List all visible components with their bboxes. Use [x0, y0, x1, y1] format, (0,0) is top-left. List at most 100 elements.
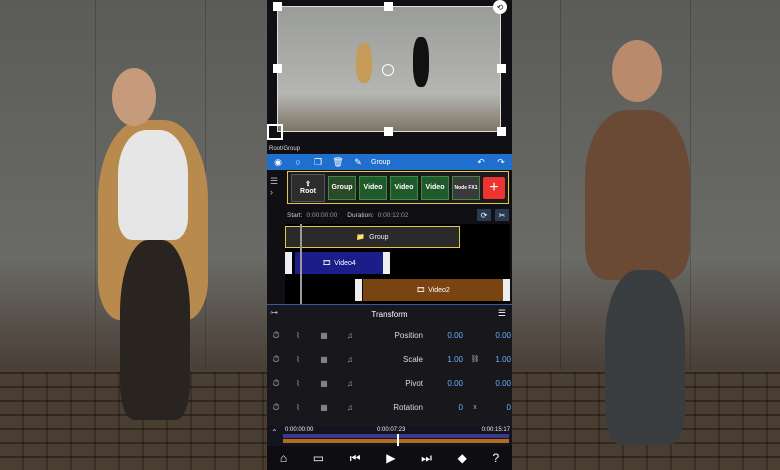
resize-handle-top[interactable]: [384, 2, 393, 11]
param-value-1[interactable]: 0.00: [423, 379, 463, 388]
link-icon[interactable]: ⛓: [463, 355, 487, 363]
param-label: Scale: [402, 354, 423, 364]
scrub-playhead[interactable]: [397, 434, 399, 446]
sync-icon[interactable]: ⟳: [477, 209, 491, 221]
play-icon[interactable]: ▶: [386, 451, 395, 465]
toolbar-group-label[interactable]: Group: [371, 159, 390, 166]
wall-seam: [690, 0, 691, 370]
param-value-1[interactable]: 0.00: [423, 331, 463, 340]
resize-handle-bottom[interactable]: [384, 127, 393, 136]
grid-icon[interactable]: ▦: [311, 331, 337, 340]
next-frame-icon[interactable]: ⏭: [421, 451, 432, 466]
resize-handle-top-left[interactable]: [273, 2, 282, 11]
layer-chip-video[interactable]: Video: [359, 175, 387, 200]
keyframe-clock-icon[interactable]: ⏱: [267, 354, 285, 365]
help-icon[interactable]: ?: [492, 451, 499, 465]
video2-label: Video2: [428, 286, 450, 294]
add-layer-button[interactable]: +: [483, 176, 505, 199]
dancer-left-pants: [120, 240, 190, 420]
menu-icon[interactable]: ☰: [498, 308, 506, 319]
transform-header: ⊶ Transform ☰: [267, 305, 512, 323]
graph-icon[interactable]: ⌇: [285, 331, 311, 340]
dancer-right-pants: [605, 270, 685, 445]
timing-info: Start: 0:00:00:00 Duration: 0:00:12:02 ⟳…: [287, 208, 509, 222]
track-trim-handle[interactable]: [285, 252, 292, 274]
scrub-bar[interactable]: [283, 434, 509, 438]
param-label: Position: [394, 330, 423, 340]
duration-label: Duration:: [347, 211, 374, 219]
grid-icon[interactable]: ▦: [311, 403, 337, 412]
crosshair-icon[interactable]: [382, 64, 394, 76]
scrub-bar-audio: [283, 439, 509, 443]
eye-icon[interactable]: ◉: [271, 156, 285, 168]
transform-row-position: ⏱ ⌇ ▦ ♫ Position 0.00 0.00: [267, 323, 512, 347]
param-value-2[interactable]: 0.00: [487, 331, 511, 340]
redo-icon[interactable]: ↷: [494, 156, 508, 168]
timeline-tracks: 📁 Group 🎞 Video4 🎞 Video2: [285, 224, 510, 304]
gem-icon[interactable]: ◆: [458, 451, 467, 465]
home-icon[interactable]: ⌂: [280, 451, 287, 465]
side-panel: ☰ ›: [270, 176, 278, 197]
track-trim-handle[interactable]: [383, 252, 390, 274]
video2-track[interactable]: 🎞 Video2: [363, 279, 503, 301]
video4-label: Video4: [334, 259, 356, 267]
param-value-2[interactable]: 1.00: [487, 355, 511, 364]
layer-chip-video[interactable]: Video: [421, 175, 449, 200]
keyframe-clock-icon[interactable]: ⏱: [267, 402, 285, 413]
music-icon[interactable]: ♫: [337, 331, 363, 340]
chevron-up-icon[interactable]: ⌃: [271, 428, 278, 437]
music-icon[interactable]: ♫: [337, 403, 363, 412]
track-trim-handle[interactable]: [355, 279, 362, 301]
trash-icon[interactable]: 🗑: [331, 156, 345, 168]
scissors-icon[interactable]: ✂: [495, 209, 509, 221]
graph-icon[interactable]: ⌇: [285, 403, 311, 412]
video-preview[interactable]: [277, 6, 501, 132]
dancer-left-shirt: [118, 130, 188, 240]
layer-chip-video[interactable]: Video: [390, 175, 418, 200]
chat-icon[interactable]: ▭: [313, 451, 324, 465]
copy-icon[interactable]: ❐: [311, 156, 325, 168]
resize-handle-left[interactable]: [273, 64, 282, 73]
graph-icon[interactable]: ⌇: [285, 355, 311, 364]
root-button[interactable]: ⇪ Root: [291, 173, 325, 202]
node-graph-icon[interactable]: ⊶: [270, 308, 278, 317]
transform-row-rotation: ⏱ ⌇ ▦ ♫ Rotation 0 x 0: [267, 395, 512, 419]
track-trim-handle[interactable]: [503, 279, 510, 301]
group-track[interactable]: 📁 Group: [285, 226, 460, 248]
keyframe-clock-icon[interactable]: ⏱: [267, 330, 285, 341]
film-icon: 🎞: [416, 287, 426, 294]
duration-value[interactable]: 0:00:12:02: [378, 212, 409, 219]
scrub-end-time: 0:00:15:17: [481, 427, 510, 433]
grid-icon[interactable]: ▦: [311, 379, 337, 388]
param-value-2[interactable]: 0: [487, 403, 511, 412]
pencil-icon[interactable]: ✎: [351, 156, 365, 168]
layer-chip-label: Video: [425, 184, 445, 191]
timeline-scrubber[interactable]: ⌃ 0:00:00:00 0:00:07:23 0:00:15:17: [267, 426, 512, 446]
resize-handle-right[interactable]: [497, 64, 506, 73]
chevron-right-icon[interactable]: ›: [270, 187, 278, 197]
selection-corner-icon[interactable]: [267, 124, 283, 140]
video4-track[interactable]: 🎞 Video4: [295, 252, 383, 274]
music-icon[interactable]: ♫: [337, 355, 363, 364]
param-value-1[interactable]: 0: [423, 403, 463, 412]
undo-icon[interactable]: ↶: [474, 156, 488, 168]
wall-seam: [95, 0, 96, 370]
music-icon[interactable]: ♫: [337, 379, 363, 388]
circle-icon[interactable]: ○: [291, 156, 305, 168]
previous-frame-icon[interactable]: ⏮: [350, 451, 361, 466]
start-value[interactable]: 0:00:00:00: [307, 212, 338, 219]
layers-icon[interactable]: ☰: [270, 176, 278, 187]
breadcrumb: Root/Group: [269, 146, 301, 152]
param-value-2[interactable]: 0.00: [487, 379, 511, 388]
layer-chip-node-fx[interactable]: Node FX1: [452, 175, 480, 200]
transform-panel: ⊶ Transform ☰ ⏱ ⌇ ▦ ♫ Position 0.00 0.00…: [267, 304, 512, 426]
graph-icon[interactable]: ⌇: [285, 379, 311, 388]
layer-chip-group[interactable]: Group: [328, 175, 356, 200]
grid-icon[interactable]: ▦: [311, 355, 337, 364]
resize-handle-bottom-right[interactable]: [497, 127, 506, 136]
keyframe-clock-icon[interactable]: ⏱: [267, 378, 285, 389]
folder-icon: 📁: [356, 234, 366, 241]
rotate-handle-icon[interactable]: ⟲: [493, 0, 507, 14]
param-value-1[interactable]: 1.00: [423, 355, 463, 364]
playhead[interactable]: [300, 224, 302, 304]
